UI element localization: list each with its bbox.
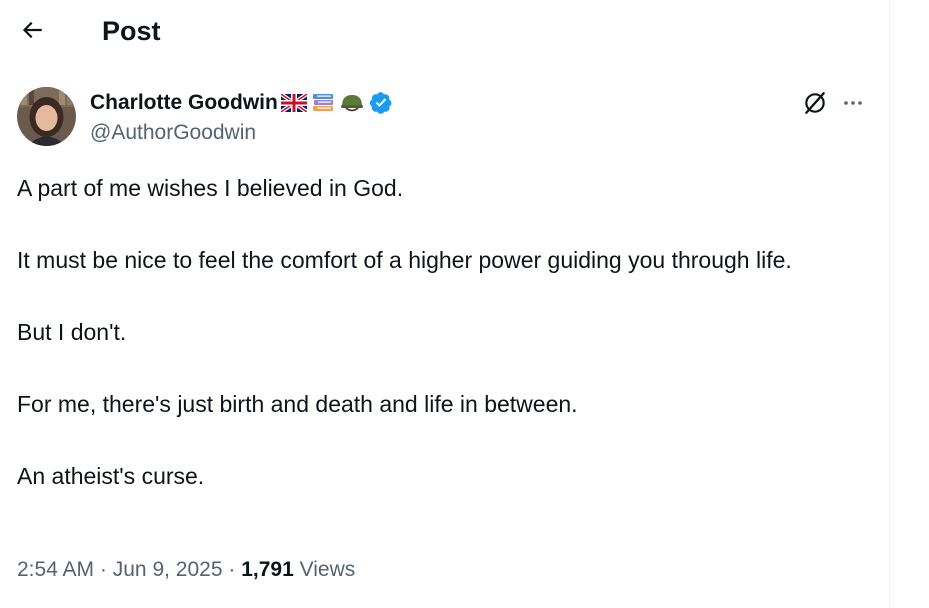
- views-label: Views: [299, 558, 356, 581]
- books-icon: [310, 90, 336, 116]
- views-count: 1,791: [241, 558, 294, 581]
- grok-icon: [805, 92, 825, 114]
- avatar[interactable]: [17, 87, 76, 146]
- arrow-left-icon: [22, 21, 42, 39]
- post-paragraph: For me, there's just birth and death and…: [17, 391, 578, 417]
- more-options-button[interactable]: [838, 88, 868, 118]
- page-title: Post: [102, 16, 161, 46]
- post-paragraph: An atheist's curse.: [17, 463, 205, 489]
- author-handle[interactable]: @AuthorGoodwin: [90, 120, 256, 146]
- post-paragraph: But I don't.: [17, 319, 127, 345]
- post-meta: 2:54 AM · Jun 9, 2025 · 1,791 Views: [17, 556, 355, 584]
- author-name[interactable]: Charlotte Goodwin: [90, 89, 278, 117]
- post-column: Post Charlotte Goodwin @AuthorGoodwin A …: [0, 0, 890, 608]
- back-button[interactable]: [14, 12, 50, 48]
- verified-badge-icon[interactable]: [368, 90, 394, 116]
- meta-separator: ·: [228, 558, 236, 581]
- author-row: Charlotte Goodwin: [90, 88, 394, 118]
- avatar-image: [17, 87, 76, 146]
- grok-button[interactable]: [800, 88, 830, 118]
- uk-flag-icon: [280, 90, 307, 116]
- more-dots-icon: [844, 101, 862, 105]
- post-time[interactable]: 2:54 AM: [17, 558, 94, 581]
- post-paragraph: A part of me wishes I believed in God.: [17, 175, 404, 201]
- meta-separator: ·: [99, 558, 107, 581]
- post-body: A part of me wishes I believed in God. I…: [17, 170, 867, 494]
- post-date[interactable]: Jun 9, 2025: [113, 558, 223, 581]
- post-paragraph: It must be nice to feel the comfort of a…: [17, 247, 792, 273]
- post-header: Post: [0, 0, 890, 60]
- military-helmet-icon: [339, 90, 365, 116]
